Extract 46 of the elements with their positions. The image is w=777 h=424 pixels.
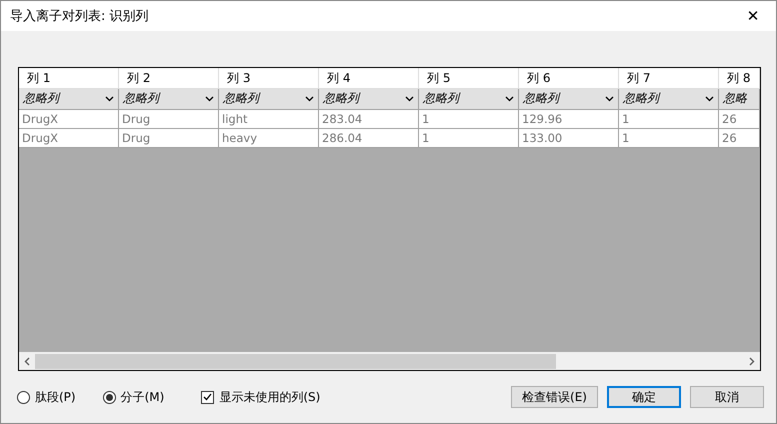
radio-label[interactable]: 肽段(P)	[35, 388, 76, 406]
close-button[interactable]: ✕	[730, 6, 776, 25]
column-type-dropdown[interactable]: 忽略列	[319, 88, 419, 110]
scroll-right-icon[interactable]	[749, 356, 755, 366]
table-cell: 1	[619, 110, 719, 129]
chevron-down-icon	[505, 96, 514, 102]
table-cell: DrugX	[19, 110, 119, 129]
checkbox-label[interactable]: 显示未使用的列(S)	[219, 388, 320, 406]
table-cell: 1	[419, 128, 519, 148]
column-type-dropdown[interactable]: 忽略列	[119, 88, 219, 110]
dialog-button[interactable]: 确定	[607, 386, 681, 408]
dialog-button[interactable]: 检查错误(E)	[511, 386, 598, 408]
table-cell: heavy	[219, 128, 319, 148]
table-cell: 283.04	[319, 110, 419, 129]
checkbox[interactable]	[201, 390, 214, 404]
table-cell: 133.00	[519, 128, 619, 148]
chevron-down-icon	[305, 96, 314, 102]
dialog-button[interactable]: 取消	[690, 386, 764, 408]
column-type-dropdown[interactable]: 忽略列	[19, 88, 119, 110]
table-cell: light	[219, 110, 319, 129]
column-type-dropdown[interactable]: 忽略列	[519, 88, 619, 110]
column-type-dropdown[interactable]: 忽略列	[619, 88, 719, 110]
table-cell: 286.04	[319, 128, 419, 148]
radio-button[interactable]	[102, 390, 116, 404]
table-cell: DrugX	[19, 128, 119, 148]
table-cell: 1	[419, 110, 519, 129]
scrollbar-thumb[interactable]	[35, 354, 556, 369]
column-type-dropdown[interactable]: 忽略列	[419, 88, 519, 110]
table-cell: 129.96	[519, 110, 619, 129]
chevron-down-icon	[605, 96, 614, 102]
table-cell: 26	[719, 110, 760, 129]
window-title: 导入离子对列表: 识别列	[10, 8, 149, 25]
radio-button[interactable]	[17, 390, 30, 404]
column-type-dropdown[interactable]: 忽略列	[219, 88, 319, 110]
chevron-down-icon	[705, 96, 714, 102]
column-type-dropdown[interactable]: 忽略	[719, 88, 760, 110]
scroll-left-icon[interactable]	[24, 356, 30, 366]
table-cell: 26	[719, 128, 760, 148]
chevron-down-icon	[105, 96, 114, 102]
radio-label[interactable]: 分子(M)	[120, 388, 164, 406]
table-cell: Drug	[119, 128, 219, 148]
horizontal-scrollbar[interactable]	[19, 351, 760, 370]
chevron-down-icon	[205, 96, 214, 102]
table-cell: Drug	[119, 110, 219, 129]
table-cell: 1	[619, 128, 719, 148]
chevron-down-icon	[405, 96, 414, 102]
